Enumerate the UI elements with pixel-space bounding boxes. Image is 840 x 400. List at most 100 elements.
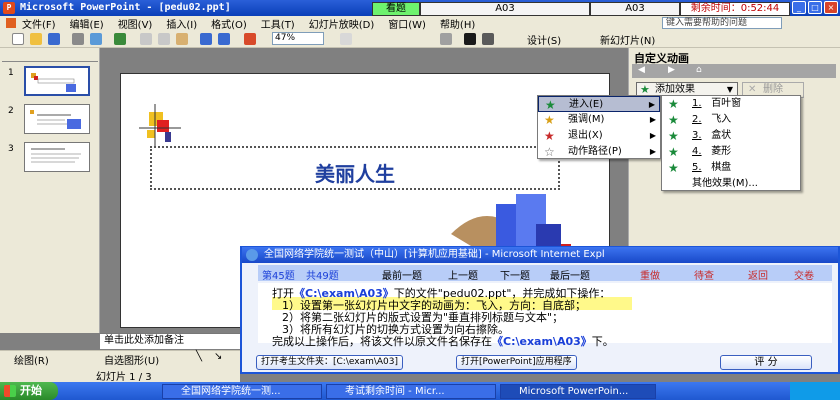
menu-view[interactable]: 视图(V)	[118, 16, 167, 31]
slide-number: 1	[8, 68, 14, 78]
save-icon[interactable]	[48, 33, 60, 45]
remove-label: 删除	[763, 84, 783, 95]
slide-thumbnail[interactable]	[24, 142, 90, 172]
spellcheck-icon[interactable]	[114, 33, 126, 45]
redo-button[interactable]: 重做	[640, 267, 660, 282]
ie-icon	[246, 249, 258, 261]
question-total: 共49题	[306, 271, 339, 282]
minimize-icon[interactable]: _	[792, 1, 806, 14]
zoom-select[interactable]: 47%	[272, 32, 324, 45]
submenu-item[interactable]: ★ 1. 百叶窗	[662, 96, 800, 112]
print-icon[interactable]	[72, 33, 84, 45]
nav-next-question[interactable]: 下一题	[500, 267, 530, 282]
menu-file[interactable]: 文件(F)	[22, 16, 70, 31]
pending-button[interactable]: 待查	[694, 267, 714, 282]
submit-exam-button[interactable]: 交卷	[794, 267, 814, 282]
system-tray	[790, 382, 840, 400]
submenu-item[interactable]: ★ 2. 飞入	[662, 112, 800, 128]
submenu-item[interactable]: ★ 3. 盒状	[662, 128, 800, 144]
notes-placeholder[interactable]: 单击此处添加备注	[100, 333, 240, 349]
menu-insert[interactable]: 插入(I)	[166, 16, 211, 31]
close-icon[interactable]: ×	[824, 1, 838, 14]
redo-icon[interactable]	[218, 33, 230, 45]
menu-slideshow[interactable]: 幻灯片放映(D)	[309, 16, 389, 31]
menu-item-emphasis[interactable]: ★ 强调(M) ▶	[538, 112, 660, 128]
open-exam-folder-button[interactable]: 打开考生文件夹：[C:\exam\A03]	[256, 355, 403, 370]
open-icon[interactable]	[30, 33, 42, 45]
cut-icon[interactable]	[140, 33, 152, 45]
exam-status-bar: 看题 A03 A03 剩余时间：0:52:44	[372, 2, 790, 16]
score-button[interactable]: 评 分	[720, 355, 812, 370]
menu-item-entrance[interactable]: ★ 进入(E) ▶	[538, 96, 660, 112]
bold-icon[interactable]	[464, 33, 476, 45]
menu-tools[interactable]: 工具(T)	[261, 16, 309, 31]
effect-star-icon: ★	[668, 97, 679, 111]
effect-star-icon: ★	[668, 129, 679, 143]
font-icon[interactable]	[440, 33, 452, 45]
dialog-nav-bar: 第45题 共49题 最前一题 上一题 下一题 最后一题 重做 待查 返回 交卷	[258, 265, 832, 282]
document-icon[interactable]	[6, 18, 16, 28]
add-effect-menu: ★ 进入(E) ▶ ★ 强调(M) ▶ ★ 退出(X) ▶ ☆ 动作路径(P) …	[537, 95, 661, 159]
new-slide-button[interactable]: 新幻灯片(N)	[600, 32, 655, 47]
design-button[interactable]: 设计(S)	[527, 32, 561, 47]
slide-thumbnail[interactable]	[24, 104, 90, 134]
chart-icon[interactable]	[244, 33, 256, 45]
new-icon[interactable]	[12, 33, 24, 45]
forward-icon[interactable]: ▶	[668, 65, 675, 75]
task-pane-nav: ◀ ▶ ⌂	[632, 64, 836, 78]
help-search-input[interactable]: 键入需要帮助的问题	[662, 17, 782, 29]
nav-first-question[interactable]: 最前一题	[382, 267, 422, 282]
taskbar-item[interactable]: 考试剩余时间 - Micr...	[326, 384, 496, 399]
slide-thumbnail[interactable]	[24, 66, 90, 96]
taskbar-item[interactable]: 全国网络学院统一测...	[162, 384, 322, 399]
slide-title: 美丽人生	[315, 162, 395, 186]
exit-star-icon: ★	[544, 129, 555, 143]
status-bar: 幻灯片 1 / 3	[0, 366, 240, 383]
submenu-item[interactable]: ★ 4. 菱形	[662, 144, 800, 160]
copy-icon[interactable]	[158, 33, 170, 45]
nav-prev-question[interactable]: 上一题	[448, 267, 478, 282]
submenu-arrow-icon: ▶	[649, 131, 656, 140]
remaining-time: 剩余时间：0:52:44	[680, 2, 790, 16]
menu-item-exit[interactable]: ★ 退出(X) ▶	[538, 128, 660, 144]
effect-star-icon: ★	[668, 161, 679, 175]
add-effect-label: 添加效果	[655, 84, 695, 95]
open-powerpoint-button[interactable]: 打开[PowerPoint]应用程序	[456, 355, 577, 370]
window-controls: _ □ ×	[792, 1, 838, 14]
menu-edit[interactable]: 编辑(E)	[70, 16, 118, 31]
taskbar-item[interactable]: Microsoft PowerPoin...	[500, 384, 656, 399]
arrow-icon[interactable]: ↘	[214, 351, 222, 362]
help-icon[interactable]	[340, 33, 352, 45]
exam-id-1: A03	[420, 2, 590, 16]
preview-icon[interactable]	[90, 33, 102, 45]
autoshapes-button[interactable]: 自选图形(U)	[104, 352, 159, 367]
entrance-star-icon: ★	[545, 98, 556, 112]
more-effects-item[interactable]: 其他效果(M)...	[662, 176, 800, 192]
draw-menu-button[interactable]: 绘图(R)	[14, 352, 49, 367]
dialog-title: 全国网络学院统一测试（中山）[计算机应用基础] - Microsoft Inte…	[264, 249, 605, 260]
slides-outline-tabs[interactable]	[2, 50, 98, 62]
start-button[interactable]: 开始	[0, 382, 58, 400]
italic-icon[interactable]	[482, 33, 494, 45]
slide-number: 3	[8, 144, 14, 154]
menu-help[interactable]: 帮助(H)	[440, 16, 489, 31]
undo-icon[interactable]	[200, 33, 212, 45]
submenu-item[interactable]: ★ 5. 棋盘	[662, 160, 800, 176]
home-icon[interactable]: ⌂	[696, 65, 702, 75]
menu-item-motion-path[interactable]: ☆ 动作路径(P) ▶	[538, 144, 660, 160]
powerpoint-icon: P	[3, 2, 15, 14]
nav-last-question[interactable]: 最后一题	[550, 267, 590, 282]
back-icon[interactable]: ◀	[638, 65, 645, 75]
thumbnail-graphic-icon	[31, 73, 76, 92]
return-button[interactable]: 返回	[748, 267, 768, 282]
menu-format[interactable]: 格式(O)	[211, 16, 261, 31]
slide-count: 幻灯片 1 / 3	[96, 372, 152, 383]
maximize-icon[interactable]: □	[808, 1, 822, 14]
menu-window[interactable]: 窗口(W)	[388, 16, 440, 31]
emphasis-star-icon: ★	[544, 113, 555, 127]
line-icon[interactable]: ╲	[196, 351, 202, 362]
look-question-button[interactable]: 看题	[372, 2, 420, 16]
submenu-arrow-icon: ▶	[649, 147, 656, 156]
thumbnail-graphic-icon	[30, 110, 81, 129]
paste-icon[interactable]	[176, 33, 188, 45]
